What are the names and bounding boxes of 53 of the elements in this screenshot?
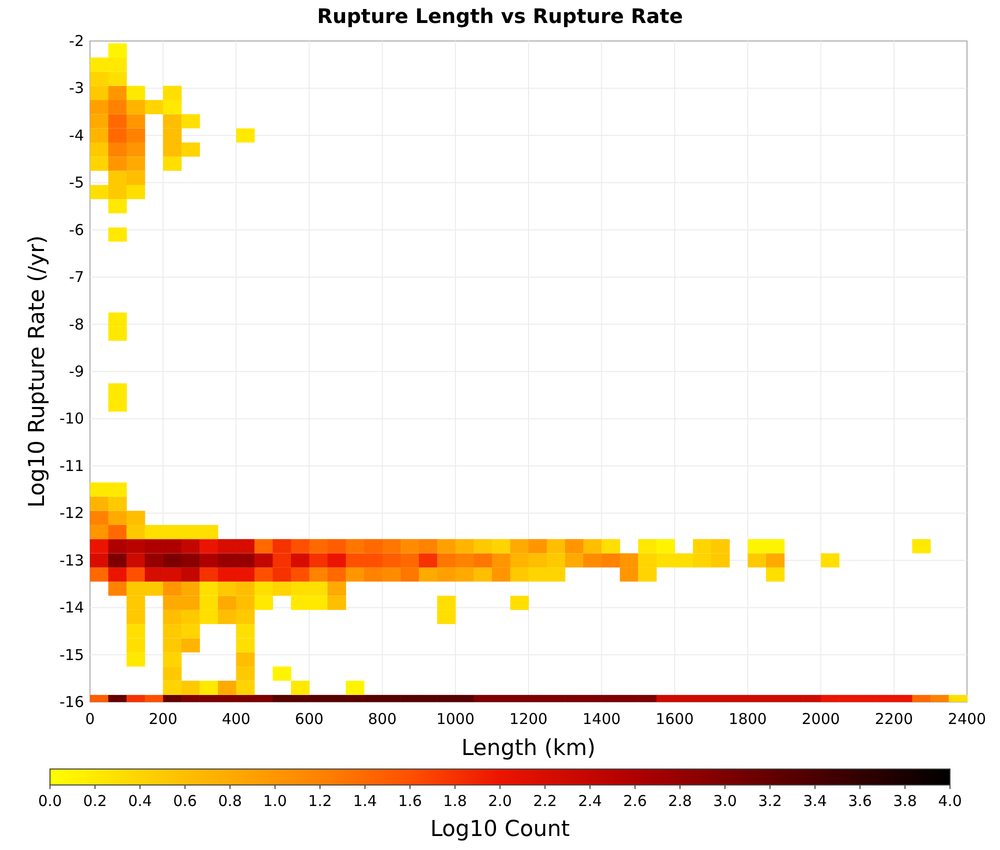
tick-label: -4: [69, 126, 84, 144]
colorbar-label: Log10 Count: [430, 817, 570, 842]
tick-label: -8: [69, 315, 84, 334]
tick-label: 600: [294, 710, 324, 728]
tick-label: 2.4: [578, 792, 602, 810]
tick-label: 0: [85, 710, 95, 728]
tick-label: 1200: [509, 710, 548, 728]
tick-label: -15: [60, 646, 84, 664]
tick-label: 0.4: [128, 792, 152, 810]
tick-label: 2.0: [488, 792, 512, 810]
tick-label: 1.8: [443, 792, 467, 810]
tick-label: 1.2: [308, 792, 332, 810]
tick-label: 1.4: [353, 792, 377, 810]
tick-label: 2.6: [623, 792, 647, 810]
tick-label: 0.6: [173, 792, 197, 810]
tick-label: -2: [69, 32, 84, 50]
tick-label: -3: [69, 79, 84, 98]
tick-label: -9: [69, 362, 84, 380]
tick-label: 1400: [582, 710, 621, 728]
tick-label: -14: [60, 598, 84, 617]
tick-label: 3.6: [848, 792, 872, 810]
tick-label: 2000: [802, 710, 840, 728]
tick-label: -13: [60, 551, 84, 570]
tick-label: -7: [69, 268, 84, 286]
axis-label: Length (km): [461, 736, 596, 761]
tick-label: 0.8: [218, 792, 242, 810]
tick-label: 3.4: [803, 792, 827, 810]
tick-label: 3.2: [758, 792, 782, 810]
tick-label: 0.2: [83, 792, 107, 810]
tick-label: 2400: [948, 710, 986, 728]
tick-label: -5: [69, 174, 84, 192]
axis-label: Log10 Rupture Rate (/yr): [25, 235, 50, 508]
tick-label: 3.8: [893, 792, 917, 810]
tick-label: -6: [69, 220, 84, 239]
tick-label: 1.6: [398, 792, 422, 810]
tick-label: 1600: [656, 710, 694, 728]
tick-label: 200: [148, 710, 178, 728]
tick-label: 3.0: [713, 792, 737, 810]
tick-label: 400: [222, 710, 250, 728]
tick-label: 1800: [728, 710, 767, 728]
tick-label: 1000: [436, 710, 474, 728]
tick-label: 0.0: [38, 792, 62, 810]
chart-title: Rupture Length vs Rupture Rate: [317, 4, 683, 28]
tick-label: 2.2: [533, 792, 557, 810]
tick-label: -10: [60, 410, 84, 428]
tick-label: 2.8: [668, 792, 692, 810]
tick-label: -11: [60, 456, 84, 475]
tick-label: 4.0: [938, 792, 962, 810]
tick-label: -16: [60, 693, 84, 711]
tick-label: 2200: [874, 710, 913, 728]
tick-label: -12: [60, 504, 84, 522]
tick-label: 800: [368, 710, 397, 728]
tick-label: 1.0: [263, 792, 287, 810]
